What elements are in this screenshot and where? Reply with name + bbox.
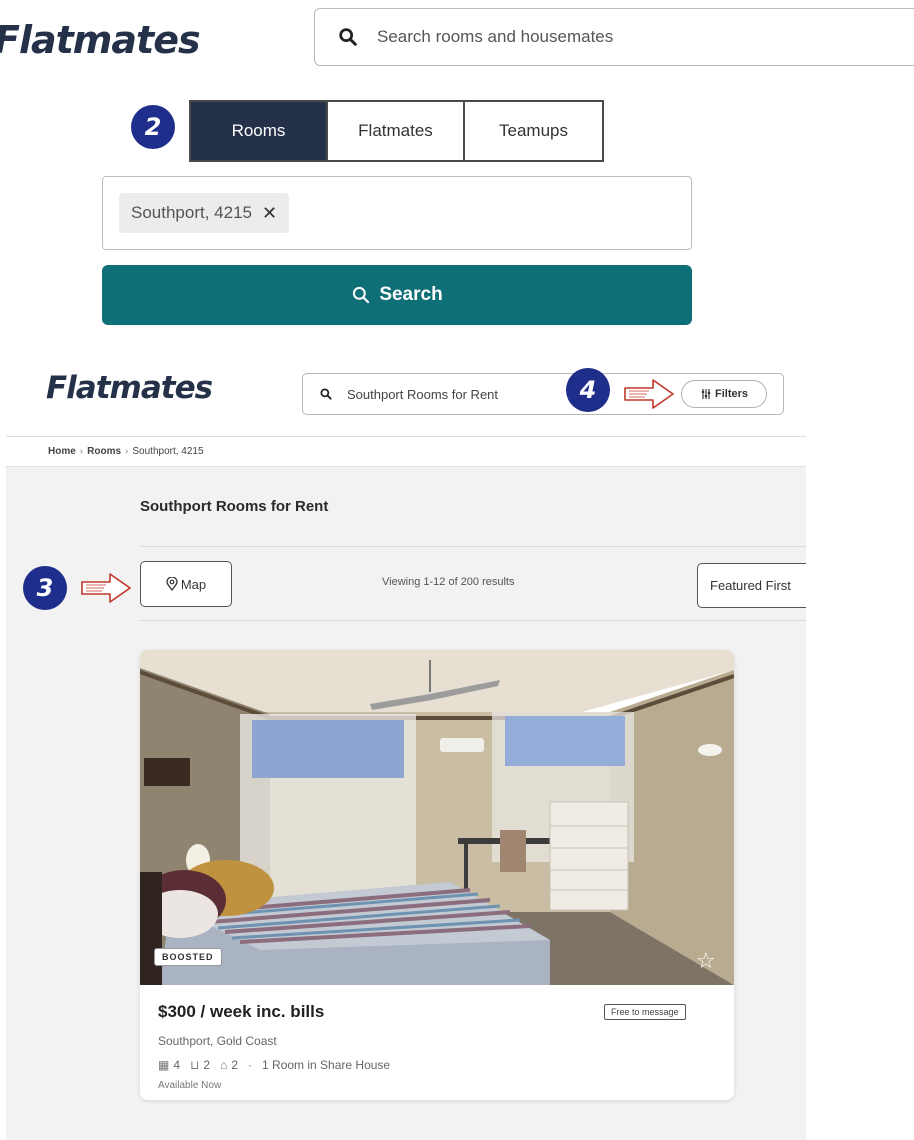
step-badge-4: 4 — [566, 368, 610, 412]
bath-icon: ⊔ — [190, 1058, 200, 1072]
parking-icon: ⌂ — [220, 1058, 228, 1072]
breadcrumb: Home › Rooms › Southport, 4215 — [48, 446, 204, 457]
listing-price[interactable]: $300 / week inc. bills — [158, 1002, 324, 1022]
pointing-arrow-icon — [624, 379, 674, 409]
parking-count: 2 — [231, 1058, 239, 1072]
pointing-arrow-icon — [81, 573, 131, 603]
step-badge-3: 3 — [23, 566, 67, 610]
bed-icon: ▦ — [158, 1058, 170, 1072]
results-count: Viewing 1-12 of 200 results — [382, 576, 515, 588]
search-icon — [320, 388, 332, 400]
results-title: Southport Rooms for Rent — [140, 498, 329, 515]
location-chip-label: Southport, 4215 — [131, 203, 252, 222]
bedroom-count: 4 — [173, 1058, 181, 1072]
flatmates-logo[interactable]: Flatmates — [0, 12, 260, 68]
flatmates-logo-small[interactable]: Flatmates — [46, 370, 213, 406]
breadcrumb-home[interactable]: Home — [48, 446, 76, 457]
search-icon — [353, 286, 370, 304]
favorite-star-icon[interactable]: ☆ — [696, 948, 716, 974]
search-placeholder: Search rooms and housemates — [377, 27, 614, 46]
search-button-label: Search — [379, 284, 443, 305]
filters-label: Filters — [714, 388, 748, 400]
filters-button[interactable]: Filters — [681, 380, 767, 408]
map-button-label: Map — [180, 576, 207, 592]
boosted-badge: BOOSTED — [154, 948, 222, 966]
map-button[interactable]: Map — [140, 561, 232, 607]
right-blank-area — [806, 540, 914, 640]
location-input[interactable]: Southport, 4215 ✕ — [102, 176, 692, 250]
header-divider — [6, 436, 806, 437]
sliders-icon — [701, 389, 711, 399]
sort-label: Featured First — [710, 578, 791, 593]
listing-location: Southport, Gold Coast — [158, 1034, 277, 1048]
listing-card[interactable]: BOOSTED ☆ $300 / week inc. bills Free to… — [140, 650, 734, 1100]
divider — [140, 620, 806, 621]
tab-flatmates[interactable]: Flatmates — [328, 102, 465, 160]
listing-summary: 1 Room in Share House — [262, 1058, 391, 1072]
step-badge-2: 2 — [131, 105, 175, 149]
remove-chip-icon[interactable]: ✕ — [262, 203, 277, 224]
listing-type-tabs: Rooms Flatmates Teamups — [189, 100, 604, 162]
main-search-input[interactable]: Search rooms and housemates — [314, 8, 914, 66]
listing-availability: Available Now — [158, 1080, 222, 1091]
search-icon — [339, 28, 357, 46]
free-to-message-badge: Free to message — [604, 1004, 686, 1020]
tab-rooms[interactable]: Rooms — [191, 102, 328, 160]
tab-teamups[interactable]: Teamups — [465, 102, 602, 160]
search-button[interactable]: Search — [102, 265, 692, 325]
map-pin-icon — [166, 577, 178, 591]
breadcrumb-rooms[interactable]: Rooms — [87, 446, 121, 457]
divider — [140, 546, 806, 547]
bathroom-count: 2 — [203, 1058, 211, 1072]
listing-photo[interactable] — [140, 650, 734, 985]
location-chip: Southport, 4215 ✕ — [119, 193, 290, 233]
header-search-value: Southport Rooms for Rent — [347, 386, 499, 402]
listing-facts: ▦ 4 ⊔ 2 ⌂ 2 · 1 Room in Share House — [158, 1058, 390, 1072]
separator-dot: · — [248, 1058, 253, 1072]
breadcrumb-current: Southport, 4215 — [132, 446, 204, 457]
